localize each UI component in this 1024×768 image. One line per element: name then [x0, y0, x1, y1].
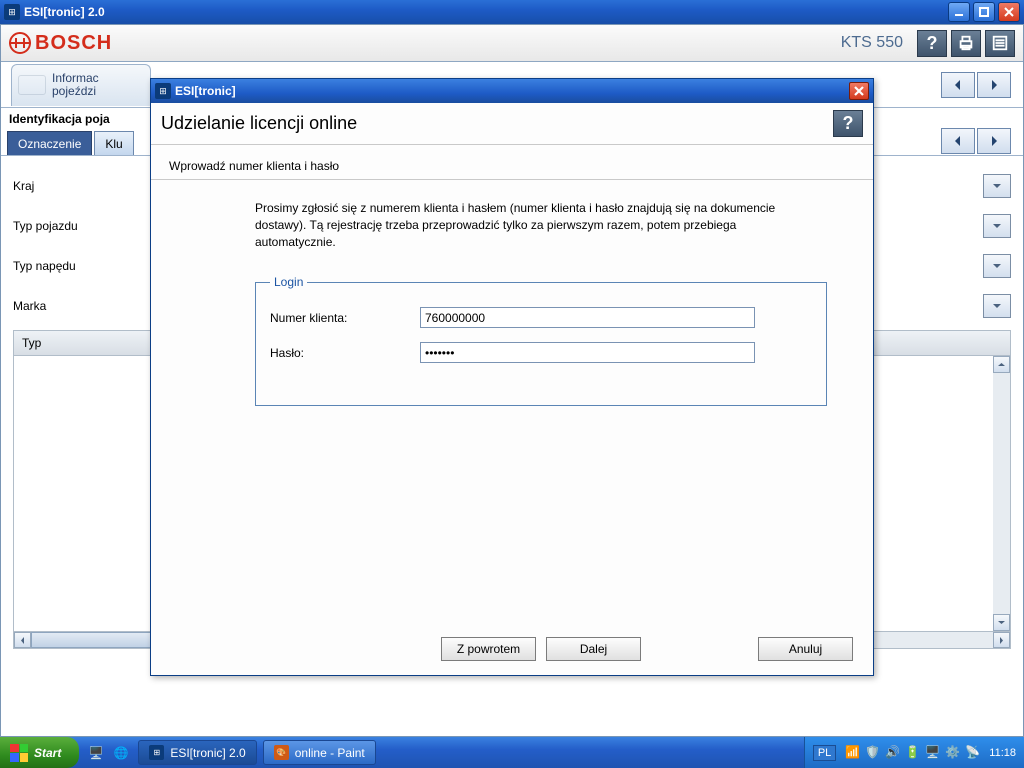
label-numer-klienta: Numer klienta:	[270, 311, 420, 325]
input-numer-klienta[interactable]	[420, 307, 755, 328]
minimize-button[interactable]	[948, 2, 970, 22]
bosch-wordmark: BOSCH	[35, 32, 112, 55]
main-titlebar[interactable]: ⊞ ESI[tronic] 2.0	[0, 0, 1024, 24]
tray-icon[interactable]: 📶	[845, 745, 860, 760]
subtab-klucz[interactable]: Klu	[94, 131, 133, 155]
tray-icon[interactable]: 🖥️	[925, 745, 940, 760]
subtab-oznaczenie[interactable]: Oznaczenie	[7, 131, 92, 155]
quicklaunch-ie-icon[interactable]: 🌐	[110, 742, 132, 764]
scroll-down-icon[interactable]	[993, 614, 1010, 631]
app-icon: ⊞	[4, 4, 20, 20]
main-tab-next[interactable]	[977, 72, 1011, 98]
device-label: KTS 550	[841, 34, 903, 52]
close-button[interactable]	[998, 2, 1020, 22]
dialog-title: ESI[tronic]	[175, 84, 236, 98]
dialog-app-icon: ⊞	[155, 83, 171, 99]
bosch-anchor-icon	[9, 32, 31, 54]
dropdown-kraj[interactable]	[983, 174, 1011, 198]
print-button[interactable]	[951, 30, 981, 57]
label-typ-pojazdu: Typ pojazdu	[13, 219, 143, 233]
clock[interactable]: 11:18	[989, 747, 1016, 759]
sub-tab-next[interactable]	[977, 128, 1011, 154]
next-button[interactable]: Dalej	[546, 637, 641, 661]
dialog-close-button[interactable]	[849, 82, 869, 100]
login-fieldset: Login Numer klienta: Hasło:	[255, 275, 827, 406]
dropdown-typ-pojazdu[interactable]	[983, 214, 1011, 238]
dialog-heading: Udzielanie licencji online	[161, 113, 357, 134]
maximize-button[interactable]	[973, 2, 995, 22]
scroll-left-icon[interactable]	[14, 632, 31, 648]
tray-icon[interactable]: 🔊	[885, 745, 900, 760]
task-label-1: online - Paint	[295, 746, 365, 760]
tray-icon[interactable]: 🔋	[905, 745, 920, 760]
type-list-vscroll[interactable]	[993, 356, 1010, 631]
dialog-help-button[interactable]: ?	[833, 110, 863, 137]
label-kraj: Kraj	[13, 179, 143, 193]
task-icon: ⊞	[149, 745, 164, 760]
bosch-logo: BOSCH	[9, 32, 112, 55]
tray-icon[interactable]: 🛡️	[865, 745, 880, 760]
taskbar-task-paint[interactable]: 🎨 online - Paint	[263, 740, 376, 765]
start-label: Start	[34, 746, 61, 760]
label-haslo: Hasło:	[270, 346, 420, 360]
header-bar: BOSCH KTS 550 ?	[1, 25, 1023, 62]
tab-vehicle-info-l2: pojeździ	[52, 84, 96, 98]
label-typ-napedu: Typ napędu	[13, 259, 143, 273]
task-label-0: ESI[tronic] 2.0	[170, 746, 245, 760]
task-icon: 🎨	[274, 745, 289, 760]
input-haslo[interactable]	[420, 342, 755, 363]
taskbar-task-esitronic[interactable]: ⊞ ESI[tronic] 2.0	[138, 740, 256, 765]
start-button[interactable]: Start	[0, 737, 79, 768]
system-tray: PL 📶 🛡️ 🔊 🔋 🖥️ ⚙️ 📡 11:18	[804, 737, 1024, 768]
tray-icon[interactable]: ⚙️	[945, 745, 960, 760]
scroll-up-icon[interactable]	[993, 356, 1010, 373]
windows-flag-icon	[10, 744, 28, 762]
main-tab-prev[interactable]	[941, 72, 975, 98]
quicklaunch: 🖥️ 🌐	[85, 742, 132, 764]
tray-icon[interactable]: 📡	[965, 745, 980, 760]
dialog-subheading: Wprowadź numer klienta i hasło	[151, 145, 873, 180]
dropdown-marka[interactable]	[983, 294, 1011, 318]
dialog-titlebar[interactable]: ⊞ ESI[tronic]	[151, 79, 873, 103]
sub-tab-prev[interactable]	[941, 128, 975, 154]
dialog-header: Udzielanie licencji online ?	[151, 103, 873, 145]
taskbar: Start 🖥️ 🌐 ⊞ ESI[tronic] 2.0 🎨 online - Pa…	[0, 737, 1024, 768]
cancel-button[interactable]: Anuluj	[758, 637, 853, 661]
help-button[interactable]: ?	[917, 30, 947, 57]
tab-vehicle-info-l1: Informac	[52, 71, 99, 85]
tab-vehicle-info[interactable]: Informacpojeździ	[11, 64, 151, 106]
label-marka: Marka	[13, 299, 143, 313]
scroll-right-icon[interactable]	[993, 632, 1010, 648]
license-dialog: ⊞ ESI[tronic] Udzielanie licencji online…	[150, 78, 874, 676]
dialog-button-row: Z powrotem Dalej Anuluj	[151, 637, 873, 661]
login-legend: Login	[270, 275, 307, 289]
main-window-title: ESI[tronic] 2.0	[24, 5, 105, 19]
car-icon	[18, 75, 46, 95]
back-button[interactable]: Z powrotem	[441, 637, 536, 661]
menu-button[interactable]	[985, 30, 1015, 57]
quicklaunch-desktop-icon[interactable]: 🖥️	[85, 742, 107, 764]
language-indicator[interactable]: PL	[813, 745, 836, 761]
dropdown-typ-napedu[interactable]	[983, 254, 1011, 278]
dialog-instruction: Prosimy zgłosić się z numerem klienta i …	[151, 180, 873, 251]
